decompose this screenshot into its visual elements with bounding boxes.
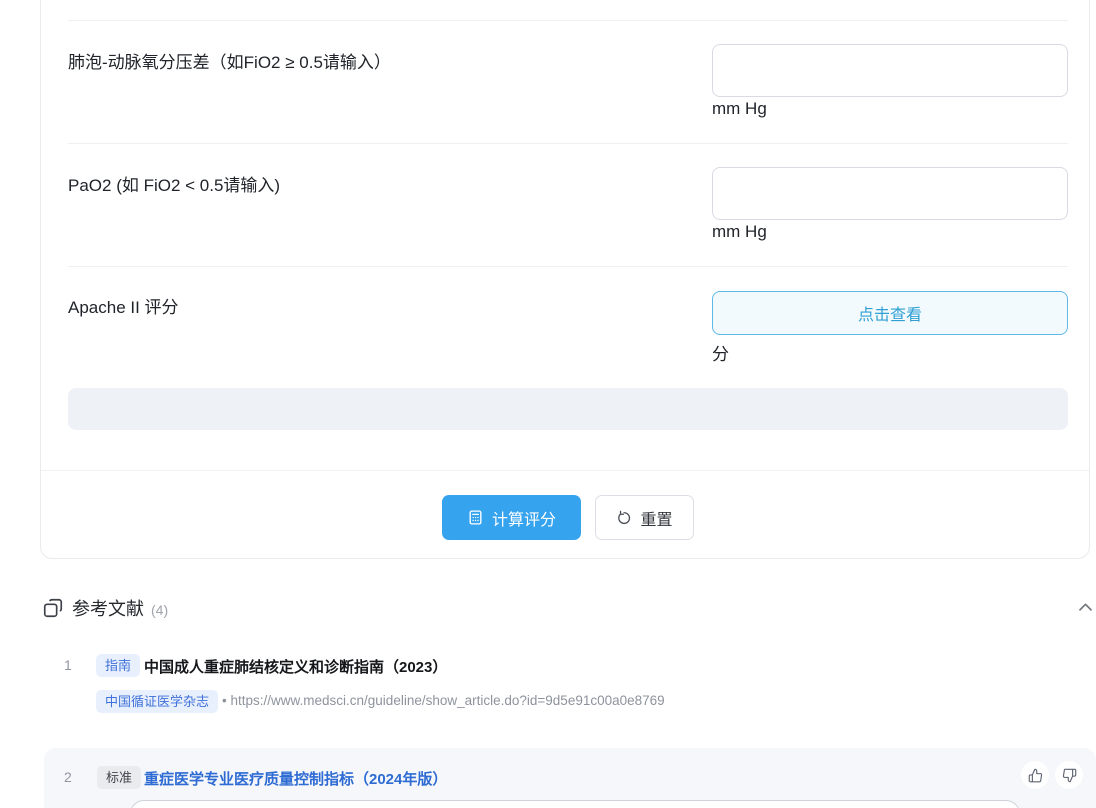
aado2-input[interactable] bbox=[712, 44, 1068, 97]
calculate-button[interactable]: 计算评分 bbox=[442, 495, 581, 540]
references-section-title: 参考文献 (4) bbox=[72, 595, 168, 621]
pao2-input[interactable] bbox=[712, 167, 1068, 220]
collapse-references-button[interactable] bbox=[1076, 598, 1095, 617]
thumbs-up-icon bbox=[1028, 768, 1043, 783]
references-count: (4) bbox=[151, 602, 168, 618]
reference-title-link[interactable]: 重症医学专业医疗质量控制指标（2024年版） bbox=[144, 768, 447, 789]
reference-type-badge: 标准 bbox=[97, 766, 141, 789]
unit-label: mm Hg bbox=[712, 99, 767, 119]
field-label-pao2: PaO2 (如 FiO2 < 0.5请输入) bbox=[68, 171, 280, 196]
reference-url-line: • https://www.medsci.cn/guideline/show_a… bbox=[222, 693, 665, 708]
field-label-aado2: 肺泡-动脉氧分压差（如FiO2 ≥ 0.5请输入） bbox=[68, 48, 391, 73]
like-button[interactable] bbox=[1021, 761, 1049, 789]
reference-index: 1 bbox=[64, 657, 72, 673]
page: 肺泡-动脉氧分压差（如FiO2 ≥ 0.5请输入） mm Hg PaO2 (如 … bbox=[0, 0, 1096, 808]
reference-url[interactable]: https://www.medsci.cn/guideline/show_art… bbox=[231, 693, 665, 708]
divider bbox=[41, 470, 1089, 471]
divider bbox=[68, 143, 1068, 144]
reset-button-label: 重置 bbox=[640, 506, 672, 530]
divider bbox=[68, 20, 1068, 21]
references-title-text: 参考文献 bbox=[72, 599, 144, 619]
chevron-up-icon bbox=[1076, 598, 1095, 617]
unit-label: 分 bbox=[712, 340, 729, 365]
reference-type-badge: 指南 bbox=[96, 654, 140, 677]
result-placeholder-strip bbox=[68, 388, 1068, 430]
calculator-icon bbox=[467, 509, 484, 526]
dislike-button[interactable] bbox=[1055, 761, 1083, 789]
unit-label: mm Hg bbox=[712, 222, 767, 242]
reference-title[interactable]: 中国成人重症肺结核定义和诊断指南（2023） bbox=[144, 656, 447, 677]
apache2-view-button[interactable]: 点击查看 bbox=[712, 291, 1068, 335]
divider bbox=[68, 266, 1068, 267]
reset-icon bbox=[616, 510, 632, 526]
thumbs-down-icon bbox=[1062, 768, 1077, 783]
reference-index: 2 bbox=[64, 769, 72, 785]
reference-preview-card-top bbox=[130, 800, 1020, 808]
bullet: • bbox=[222, 693, 227, 708]
references-icon bbox=[42, 597, 64, 619]
calculate-button-label: 计算评分 bbox=[492, 506, 556, 530]
field-label-apache2: Apache II 评分 bbox=[68, 293, 179, 318]
reference-source-badge: 中国循证医学杂志 bbox=[96, 690, 218, 713]
reset-button[interactable]: 重置 bbox=[595, 495, 694, 540]
view-button-label: 点击查看 bbox=[858, 301, 922, 325]
